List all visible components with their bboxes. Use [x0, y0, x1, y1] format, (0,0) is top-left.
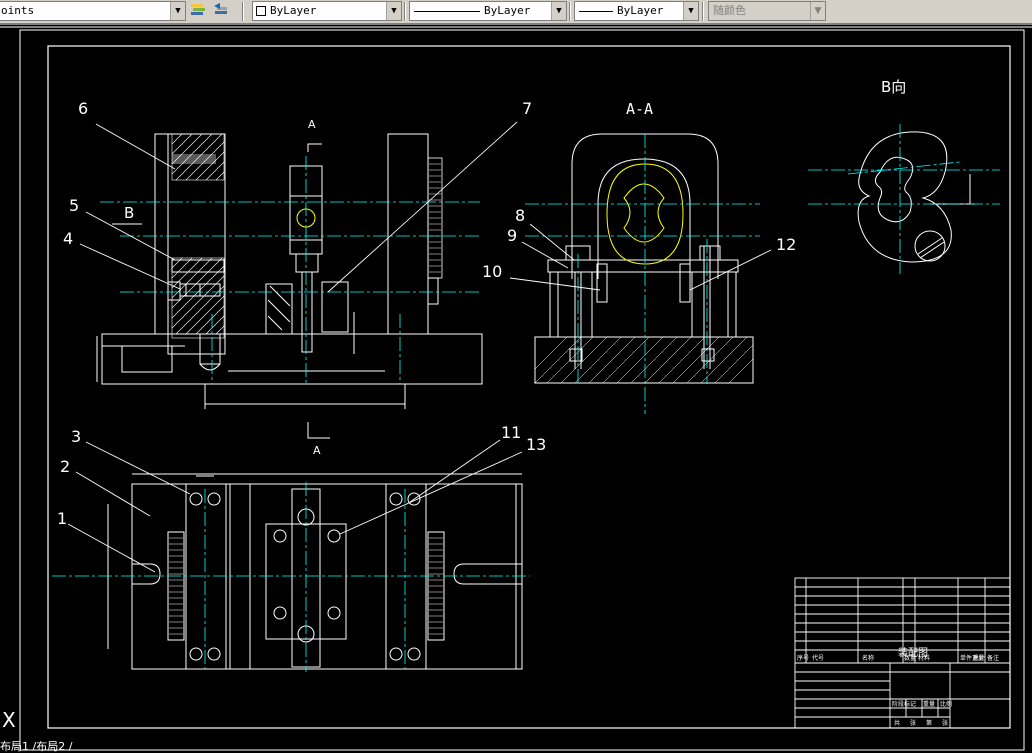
plotstyle-combo: 随颜色 ▼ — [708, 1, 826, 21]
leader-lines-front — [79, 121, 518, 293]
part-label-11: 11 — [501, 423, 521, 442]
properties-toolbar: oints ▼ ByLayer ▼ ByLayer ▼ ByLayer ▼ 随颜… — [0, 0, 1032, 24]
top-view-centerlines — [52, 482, 530, 672]
drawing-canvas[interactable]: A A B A-A B向 1 2 3 4 5 6 7 8 9 10 11 12 … — [0, 24, 1032, 753]
lineweight-combo-value: ByLayer — [617, 4, 664, 17]
top-view — [107, 473, 523, 670]
section-a-a-view — [534, 133, 754, 384]
tb-header-0: 序号 — [797, 654, 809, 662]
chevron-down-icon[interactable]: ▼ — [683, 2, 698, 20]
color-swatch-icon — [256, 6, 266, 16]
tb-header-1: 代号 — [812, 654, 824, 662]
tb-header-7: 备注 — [987, 654, 999, 662]
ucs-icon: X — [2, 708, 16, 732]
tb-label-5: 第 — [926, 719, 932, 727]
color-combo[interactable]: ByLayer ▼ — [252, 1, 402, 21]
section-a-a-title: A-A — [626, 100, 653, 118]
leader-lines-section — [509, 223, 772, 291]
layer-previous-icon[interactable] — [212, 2, 230, 20]
toolbar-separator — [242, 2, 244, 21]
title-block-header: 序号 代号 名称 数量 材料 单件重量 总计 备注 阶段标记 重量 比例 共 张… — [797, 654, 999, 727]
linetype-combo-value: ByLayer — [484, 4, 531, 17]
part-label-3: 3 — [71, 427, 81, 446]
part-label-2: 2 — [60, 457, 70, 476]
linetype-scale-combo[interactable]: oints ▼ — [0, 1, 186, 21]
part-label-7: 7 — [522, 99, 532, 118]
lineweight-combo[interactable]: ByLayer ▼ — [574, 1, 699, 21]
color-combo-value: ByLayer — [270, 4, 317, 17]
chevron-down-icon[interactable]: ▼ — [551, 2, 566, 20]
part-label-6: 6 — [78, 99, 88, 118]
linetype-scale-value: oints — [1, 4, 35, 17]
layer-manager-icon[interactable] — [189, 2, 207, 20]
plotstyle-combo-value: 随颜色 — [713, 4, 746, 17]
part-label-13: 13 — [526, 435, 546, 454]
tb-label-2: 比例 — [940, 700, 952, 708]
section-a-a-centerlines — [525, 134, 760, 414]
lineweight-swatch-icon — [579, 10, 613, 12]
chevron-down-icon: ▼ — [810, 2, 825, 20]
leader-lines-top — [67, 439, 523, 573]
linetype-combo[interactable]: ByLayer ▼ — [409, 1, 567, 21]
view-b-marker: B — [124, 204, 134, 222]
tb-label-4: 张 — [910, 719, 916, 727]
part-label-10: 10 — [482, 262, 502, 281]
layout-tabs[interactable]: 布局1 /布局2 / — [0, 741, 200, 753]
part-label-4: 4 — [63, 229, 73, 248]
tb-header-2: 名称 — [862, 654, 874, 662]
chevron-down-icon[interactable]: ▼ — [386, 2, 401, 20]
tb-label-1: 重量 — [923, 700, 935, 708]
tb-header-4: 材料 — [918, 654, 930, 662]
tb-label-6: 张 — [942, 719, 948, 727]
view-b-centerlines — [808, 124, 1000, 274]
toolbar-separator — [569, 2, 571, 21]
view-b-title: B向 — [881, 78, 906, 96]
front-view — [96, 133, 483, 409]
tb-header-6: 总计 — [973, 654, 985, 662]
toolbar-separator — [702, 2, 704, 21]
sheet-inner-border — [47, 45, 1011, 729]
part-label-8: 8 — [515, 206, 525, 225]
linetype-swatch-icon — [414, 10, 480, 12]
view-b — [857, 131, 975, 263]
chevron-down-icon[interactable]: ▼ — [170, 2, 185, 20]
part-label-9: 9 — [507, 226, 517, 245]
tb-label-3: 共 — [894, 719, 900, 727]
part-label-12: 12 — [776, 235, 796, 254]
section-arrow-top-icon — [307, 143, 322, 152]
tb-header-3: 数量 — [904, 654, 916, 662]
part-label-5: 5 — [69, 196, 79, 215]
view-marker-top: A — [308, 118, 316, 131]
view-marker-bottom: A — [313, 444, 321, 457]
tb-label-0: 阶段标记 — [892, 700, 916, 708]
section-arrow-bottom-icon — [307, 422, 330, 439]
toolbar-separator — [404, 2, 406, 21]
part-label-1: 1 — [57, 509, 67, 528]
